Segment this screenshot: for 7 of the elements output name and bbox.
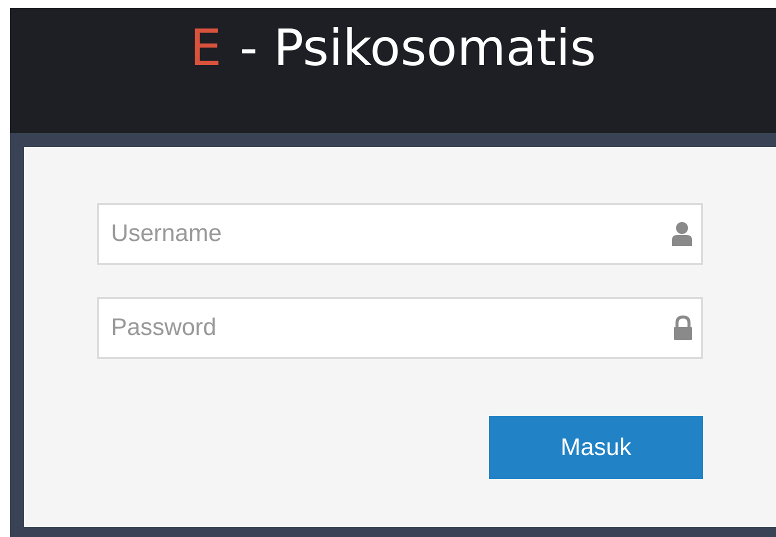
- logo-letter: E: [190, 18, 222, 78]
- username-field[interactable]: Username: [97, 203, 703, 265]
- lock-icon: [673, 315, 693, 341]
- user-icon: [671, 221, 693, 247]
- app-title: - Psikosomatis: [240, 18, 596, 78]
- password-field[interactable]: Password: [97, 297, 703, 359]
- login-button[interactable]: Masuk: [489, 416, 703, 479]
